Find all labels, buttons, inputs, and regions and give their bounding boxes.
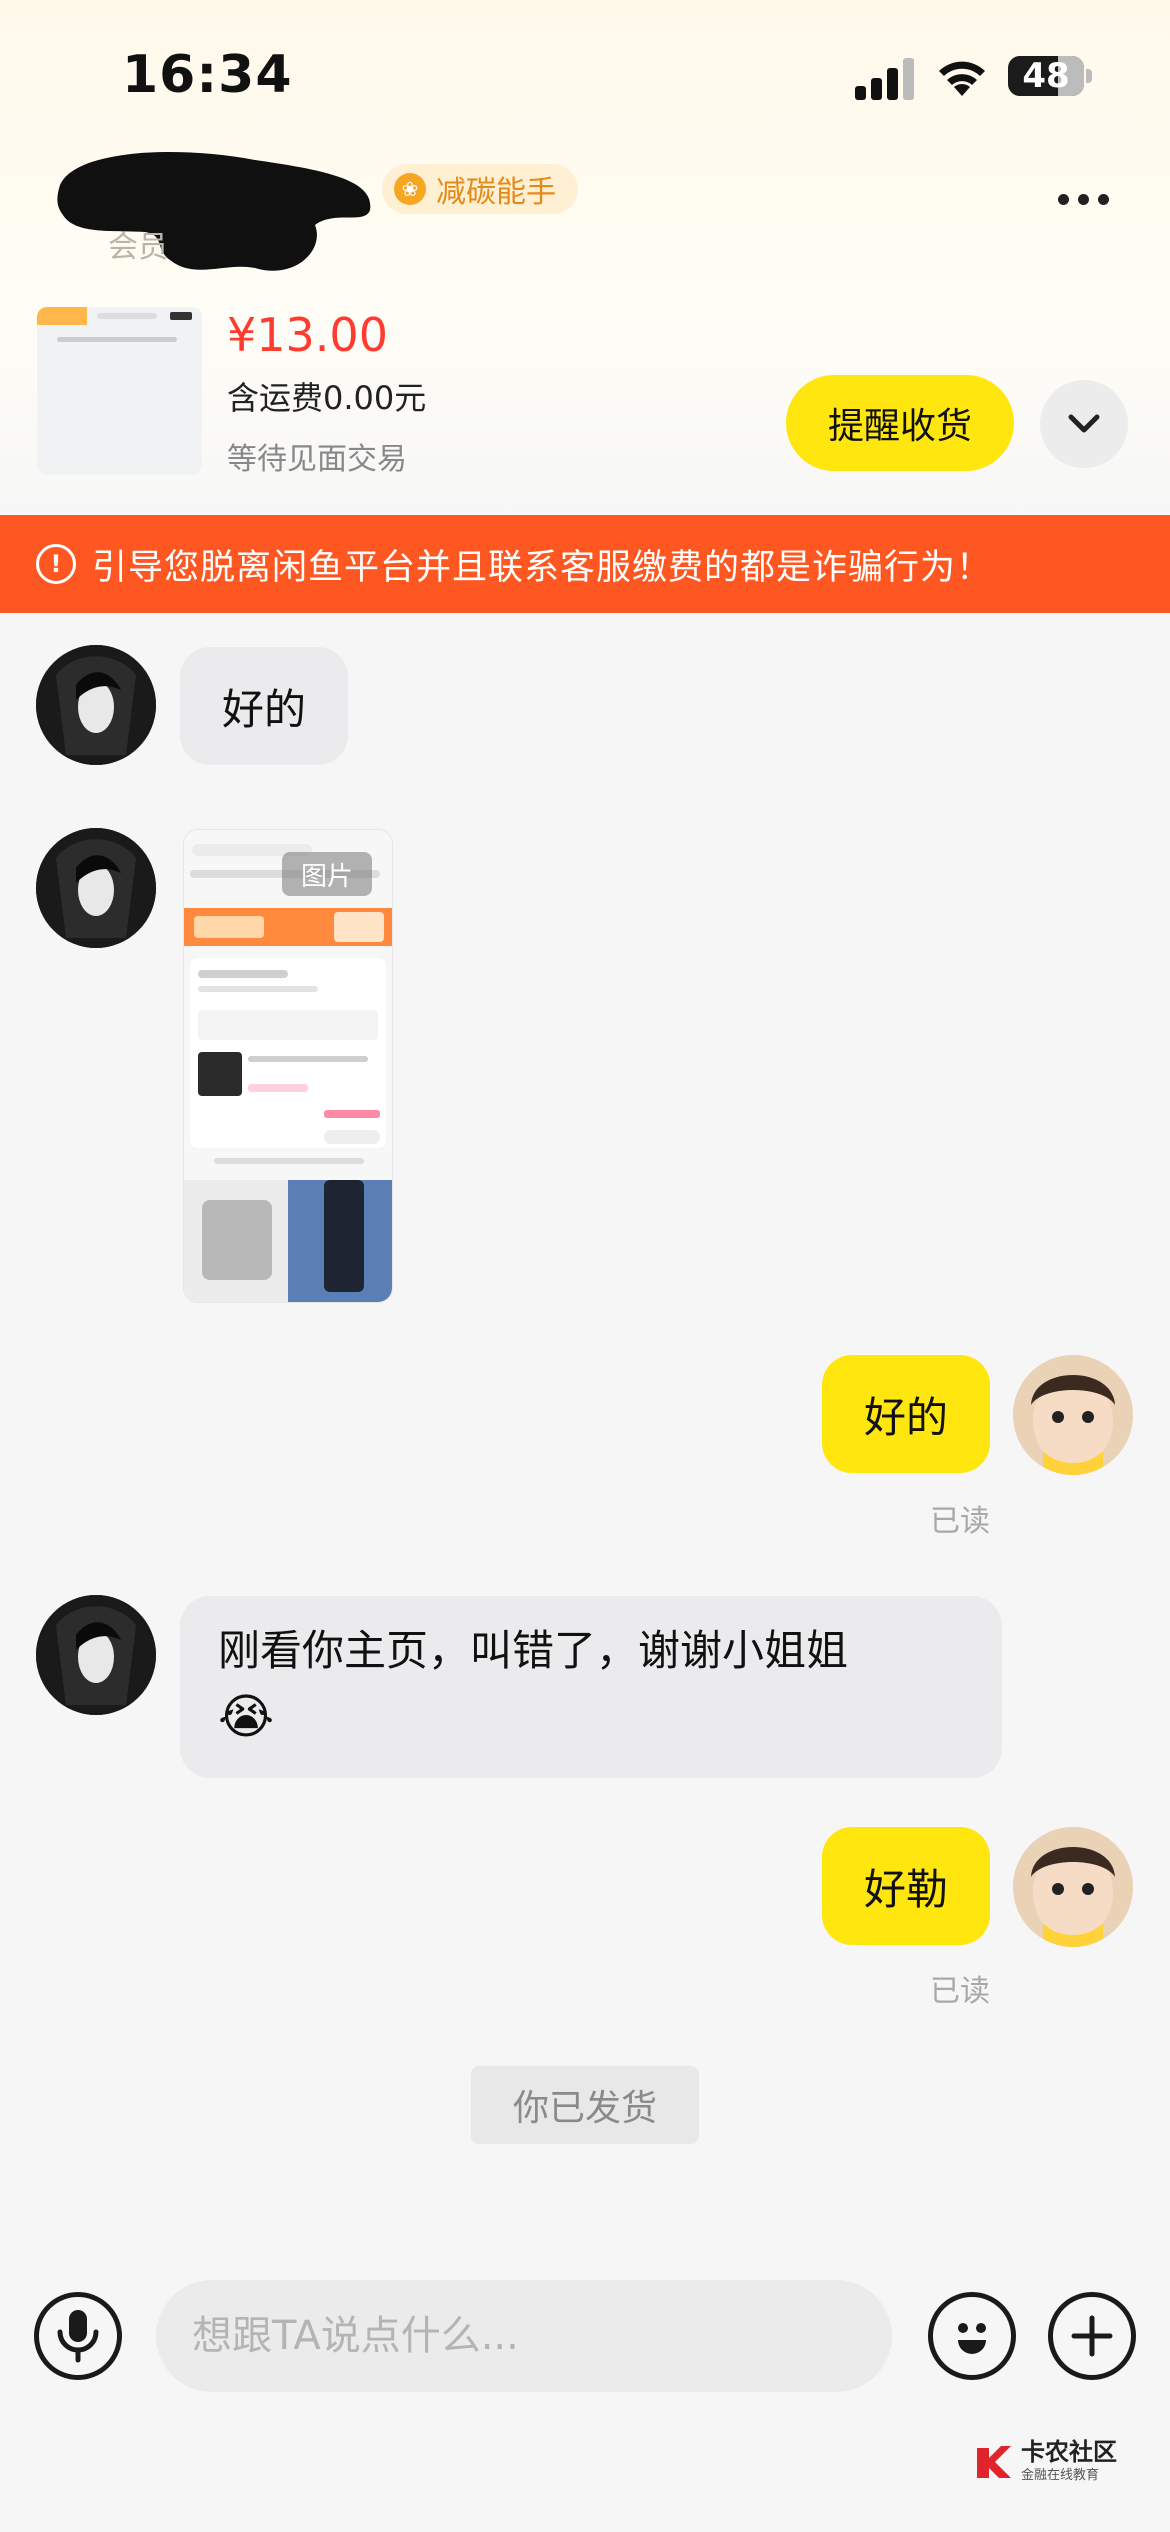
alert-icon: ! <box>36 544 76 584</box>
contact-avatar[interactable] <box>36 1595 156 1715</box>
wifi-icon <box>939 61 985 96</box>
chevron-down-icon <box>1068 414 1100 433</box>
screenshot-content <box>184 830 392 1302</box>
battery-level: 48 <box>1022 56 1070 96</box>
system-message: 你已发货 <box>471 2066 699 2144</box>
message-text: 刚看你主页，叫错了，谢谢小姐姐 <box>218 1626 849 1675</box>
product-thumbnail[interactable] <box>37 307 202 475</box>
plus-icon <box>1071 2315 1113 2357</box>
more-dot-icon <box>1078 194 1089 205</box>
contact-avatar[interactable] <box>36 828 156 948</box>
leaf-icon: ❀ <box>394 173 426 205</box>
order-price: ¥13.00 <box>227 308 388 362</box>
order-shipping: 含运费0.00元 <box>227 379 427 417</box>
message-bubble-outgoing[interactable]: 好的 <box>822 1355 990 1473</box>
warning-text: 引导您脱离闲鱼平台并且联系客服缴费的都是诈骗行为！ <box>92 547 993 588</box>
watermark: 卡农社区 金融在线教育 <box>973 2440 1117 2483</box>
emoji-button[interactable] <box>928 2292 1016 2380</box>
order-status: 等待见面交易 <box>227 442 407 477</box>
redacted-username <box>57 152 371 271</box>
avatar-image <box>1013 1355 1133 1475</box>
microphone-icon <box>57 2310 99 2363</box>
battery-icon: 48 <box>1008 56 1084 96</box>
more-dot-icon <box>1098 194 1109 205</box>
more-options-button[interactable] <box>1058 194 1109 205</box>
remind-receipt-button[interactable]: 提醒收货 <box>786 375 1014 471</box>
watermark-title: 卡农社区 <box>1021 2438 1117 2466</box>
watermark-logo-icon <box>977 2445 1011 2478</box>
voice-input-button[interactable] <box>34 2292 122 2380</box>
expand-order-button[interactable] <box>1040 380 1128 468</box>
battery-tip <box>1086 69 1092 83</box>
avatar-image <box>36 1595 156 1715</box>
watermark-subtitle: 金融在线教育 <box>1021 2468 1100 2483</box>
image-label: 图片 <box>282 852 372 896</box>
read-status: 已读 <box>930 1974 990 2009</box>
avatar-image <box>1013 1827 1133 1947</box>
message-input[interactable] <box>156 2280 892 2392</box>
read-status: 已读 <box>930 1504 990 1539</box>
user-sub-label: 会员 <box>108 230 168 265</box>
message-bubble-incoming[interactable]: 刚看你主页，叫错了，谢谢小姐姐 😭 <box>180 1596 1002 1778</box>
avatar-image <box>36 645 156 765</box>
smiley-icon <box>958 2323 986 2354</box>
fraud-warning-banner: ! 引导您脱离闲鱼平台并且联系客服缴费的都是诈骗行为！ <box>0 515 1170 613</box>
user-badge: ❀ 减碳能手 <box>382 164 578 214</box>
badge-label: 减碳能手 <box>436 175 556 210</box>
my-avatar[interactable] <box>1013 1355 1133 1475</box>
cellular-signal-icon <box>855 56 915 100</box>
message-bubble-incoming[interactable]: 好的 <box>180 647 348 765</box>
my-avatar[interactable] <box>1013 1827 1133 1947</box>
avatar-image <box>36 828 156 948</box>
crying-laughing-emoji: 😭 <box>218 1689 275 1745</box>
message-bubble-outgoing[interactable]: 好勒 <box>822 1827 990 1945</box>
status-time: 16:34 <box>122 45 293 105</box>
more-dot-icon <box>1058 194 1069 205</box>
more-actions-button[interactable] <box>1048 2292 1136 2380</box>
contact-avatar[interactable] <box>36 645 156 765</box>
shared-screenshot-image[interactable]: 图片 <box>184 830 392 1302</box>
